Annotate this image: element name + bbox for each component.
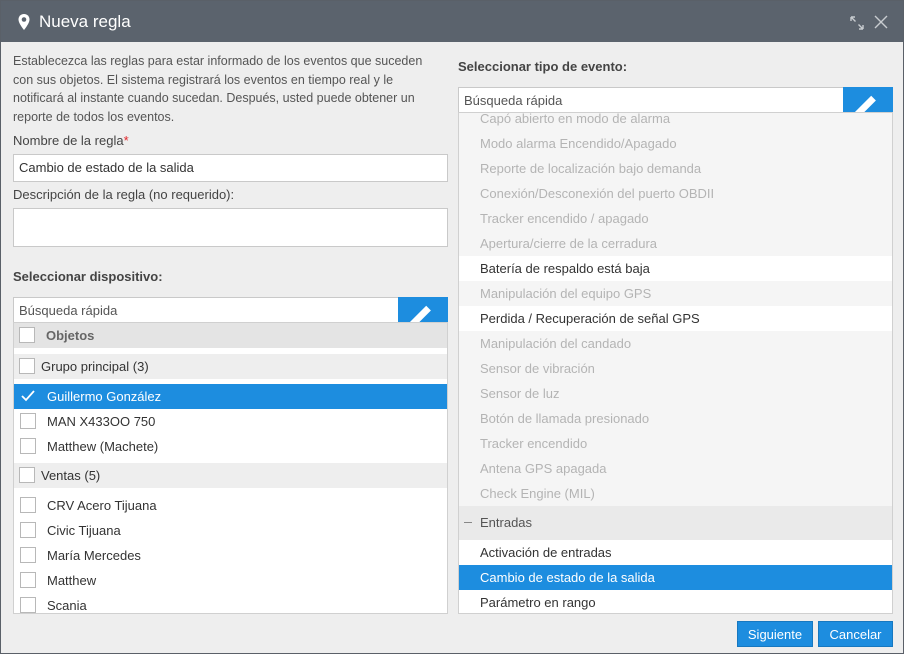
event-row[interactable]: Sensor de vibración [459,356,892,381]
device-row[interactable]: Civic Tijuana [14,518,447,543]
device-row[interactable]: María Mercedes [14,543,447,568]
event-row[interactable]: Apertura/cierre de la cerradura [459,231,892,256]
event-row[interactable]: Activación de entradas [459,540,892,565]
group-label: Ventas (5) [41,468,101,483]
event-label: Sensor de vibración [480,361,595,376]
event-row[interactable]: Antena GPS apagada [459,456,892,481]
device-checkbox[interactable] [20,597,36,613]
rule-name-label-text: Nombre de la regla [13,133,124,148]
device-section-heading: Seleccionar dispositivo: [13,269,163,284]
event-nav-buttons [843,87,893,182]
event-label: Botón de llamada presionado [480,411,650,426]
event-label: Antena GPS apagada [480,461,607,476]
device-label: Matthew (Machete) [47,439,159,454]
device-row[interactable]: Matthew [14,568,447,593]
dialog-title: Nueva regla [39,12,131,31]
required-mark: * [123,133,129,148]
device-label: Guillermo González [47,389,162,404]
event-label: Cambio de estado de la salida [480,570,655,585]
event-row-selected[interactable]: Cambio de estado de la salida [459,565,892,590]
event-label: Capó abierto en modo de alarma [480,112,671,126]
device-group-row[interactable]: Ventas (5) [14,463,447,488]
event-row[interactable]: Parámetro en rango [459,590,892,613]
event-row[interactable]: Reporte de localización bajo demanda [459,156,892,181]
group-checkbox[interactable] [19,358,35,374]
device-checkbox[interactable] [20,547,36,563]
event-label: Sensor de luz [480,386,560,401]
event-label: Parámetro en rango [480,595,596,610]
device-label: María Mercedes [47,548,141,563]
group-label: Grupo principal (3) [41,359,149,374]
event-search-input[interactable] [459,88,892,112]
rule-description-label: Descripción de la regla (no requerido): [13,187,235,202]
close-icon[interactable] [873,14,889,30]
device-row[interactable]: Scania [14,593,447,613]
device-label: Scania [47,598,87,613]
device-checkbox[interactable] [20,413,36,429]
expand-icon[interactable] [849,15,865,31]
new-rule-dialog: Nueva regla Establecezca las reglas para… [0,0,904,654]
cancel-button[interactable]: Cancelar [818,621,893,647]
event-list: Capó abierto en modo de alarma Modo alar… [458,112,893,614]
device-row[interactable]: MAN X433OO 750 [14,409,447,434]
event-label: Manipulación del equipo GPS [480,286,652,301]
event-row[interactable]: Conexión/Desconexión del puerto OBDII [459,181,892,206]
event-row[interactable]: Check Engine (MIL) [459,481,892,506]
event-label: Activación de entradas [480,545,612,560]
device-row[interactable]: CRV Acero Tijuana [14,493,447,518]
device-search-input[interactable] [14,298,447,322]
device-list-header: Objetos [14,323,447,348]
event-label: Perdida / Recuperación de señal GPS [480,311,700,326]
event-label: Manipulación del candado [480,336,632,351]
event-row[interactable]: Perdida / Recuperación de señal GPS [459,306,892,331]
event-group-row[interactable]: Entradas [459,506,892,540]
device-checkbox[interactable] [20,522,36,538]
device-label: Civic Tijuana [47,523,121,538]
device-list-header-label: Objetos [46,328,95,343]
device-list: Objetos Grupo principal (3) Guillermo Go… [13,322,448,614]
device-checkbox[interactable] [20,438,36,454]
device-label: Matthew [47,573,97,588]
event-row[interactable]: Tracker encendido / apagado [459,206,892,231]
next-button[interactable]: Siguiente [737,621,813,647]
device-nav-buttons [398,297,448,392]
event-label: Modo alarma Encendido/Apagado [480,136,677,151]
event-search-bar [458,87,893,182]
device-label: MAN X433OO 750 [47,414,156,429]
event-row[interactable]: Sensor de luz [459,381,892,406]
event-label: Reporte de localización bajo demanda [480,161,702,176]
group-checkbox[interactable] [19,467,35,483]
event-row[interactable]: Botón de llamada presionado [459,406,892,431]
map-pin-icon [18,14,30,30]
event-label: Batería de respaldo está baja [480,261,650,276]
device-checkbox[interactable] [20,572,36,588]
rule-name-input[interactable]: Cambio de estado de la salida [13,154,448,182]
event-label: Check Engine (MIL) [480,486,595,501]
device-search-bar [13,297,448,392]
event-row[interactable]: Modo alarma Encendido/Apagado [459,131,892,156]
device-label: CRV Acero Tijuana [47,498,157,513]
event-label: Tracker encendido / apagado [480,211,649,226]
event-row[interactable]: Manipulación del equipo GPS [459,281,892,306]
device-checkbox[interactable] [20,497,36,513]
event-label: Conexión/Desconexión del puerto OBDII [480,186,715,201]
checkmark-icon[interactable] [20,388,36,404]
select-all-checkbox[interactable] [19,327,35,343]
rule-description-input[interactable] [13,208,448,247]
device-group-row[interactable]: Grupo principal (3) [14,354,447,379]
event-label: Tracker encendido [480,436,588,451]
minus-icon[interactable] [464,522,472,523]
event-label: Apertura/cierre de la cerradura [480,236,658,251]
event-row[interactable]: Tracker encendido [459,431,892,456]
rule-name-label: Nombre de la regla* [13,133,129,148]
event-section-heading: Seleccionar tipo de evento: [458,59,628,74]
event-row[interactable]: Capó abierto en modo de alarma [459,112,892,131]
dialog-titlebar: Nueva regla [1,1,903,42]
intro-text: Establecezca las reglas para estar infor… [13,54,423,124]
event-row[interactable]: Manipulación del candado [459,331,892,356]
event-row[interactable]: Batería de respaldo está baja [459,256,892,281]
device-row[interactable]: Guillermo González [14,384,447,409]
device-row[interactable]: Matthew (Machete) [14,434,447,459]
event-group-label: Entradas [480,515,533,530]
